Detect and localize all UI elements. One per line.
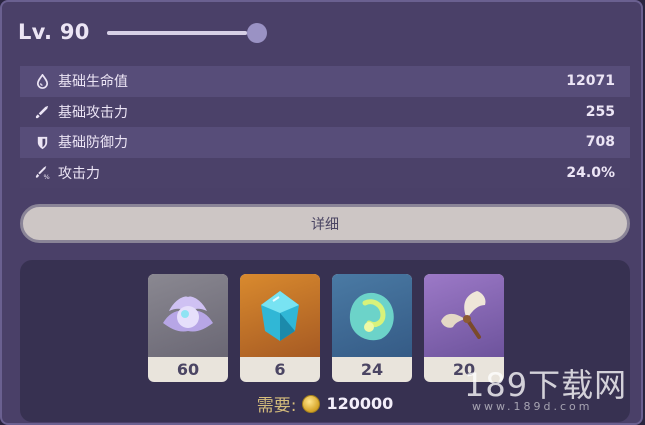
material-slot[interactable]: 6 [240,274,320,382]
cyan-gem-icon [240,274,320,357]
shield-icon [34,134,50,150]
wind-stone-icon [332,274,412,357]
stat-value: 255 [585,103,615,120]
level-slider-fill [107,31,247,35]
material-count: 6 [274,360,286,379]
stat-name: 攻击力 [58,165,100,182]
material-count: 60 [176,360,200,379]
stat-row-atk: 基础攻击力 255 [20,96,630,127]
stats-list: 基础生命值 12071 基础攻击力 255 基础防御力 708 % 攻击力 24… [20,66,630,188]
feather-fan-icon [424,274,504,357]
sword-icon [34,104,50,120]
stat-value: 24.0% [566,164,615,181]
stat-name: 基础攻击力 [58,104,128,121]
material-count: 24 [360,360,384,379]
material-slot[interactable]: 60 [148,274,228,382]
stat-row-atk-bonus: % 攻击力 24.0% [20,157,630,188]
stat-value: 708 [585,134,615,151]
cost-value: 120000 [326,394,394,413]
stat-name: 基础防御力 [58,135,128,152]
stat-value: 12071 [566,73,615,90]
level-label: Lv. 90 [18,20,90,44]
mora-coin-icon [302,394,321,413]
material-slot[interactable]: 24 [332,274,412,382]
stat-row-hp: 基础生命值 12071 [20,66,630,97]
svg-text:%: % [43,173,49,180]
stat-row-def: 基础防御力 708 [20,127,630,158]
character-ascension-panel: Lv. 90 基础生命值 12071 基础攻击力 255 基础防御力 708 %… [0,0,643,425]
details-button[interactable]: 详细 [20,204,630,243]
hp-drop-icon [34,73,50,89]
cost-label: 需要: [256,396,297,416]
level-slider-thumb[interactable] [246,23,267,43]
crystal-flower-icon [148,274,228,357]
level-slider-track[interactable] [107,31,257,35]
watermark-url: www.189d.com [472,400,593,413]
stat-name: 基础生命值 [58,74,128,91]
atk-bonus-icon: % [34,165,50,181]
